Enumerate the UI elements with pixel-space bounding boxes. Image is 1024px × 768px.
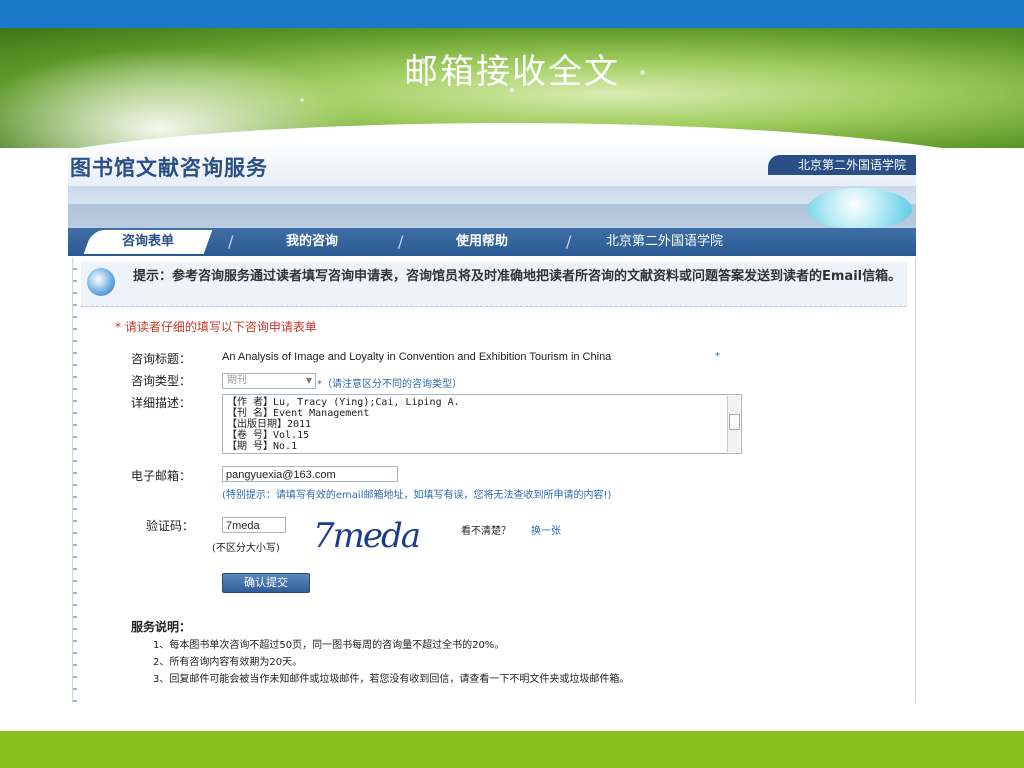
info-disk-icon (87, 268, 115, 296)
top-color-bar (0, 0, 1024, 28)
consult-title-value[interactable]: An Analysis of Image and Loyalty in Conv… (222, 351, 611, 363)
desc-label: 详细描述： (131, 396, 192, 410)
tab-consult-form-label: 咨询表单 (121, 234, 174, 249)
tab-consult-form[interactable]: 咨询表单 (83, 230, 213, 254)
slide-title: 邮箱接收全文 (404, 52, 620, 92)
title-label: 咨询标题： (131, 352, 192, 366)
nav-item-my-consult[interactable]: 我的咨询 (286, 228, 338, 256)
water-drop (300, 98, 304, 102)
email-label: 电子邮箱： (131, 469, 192, 483)
consult-type-value: 期刊 (227, 375, 247, 386)
desc-line: 【刊 名】Event Management (227, 408, 370, 419)
tip-text: 提示：参考咨询服务通过读者填写咨询申请表，咨询馆员将及时准确地把读者所咨询的文献… (133, 269, 902, 284)
panel-left-rule (73, 258, 77, 703)
captcha-image-text: 7meda (313, 516, 421, 556)
service-title: 服务说明： (131, 620, 192, 634)
form-panel: 提示：参考咨询服务通过读者填写咨询申请表，咨询馆员将及时准确地把读者所咨询的文献… (72, 258, 916, 703)
header-band (68, 186, 916, 230)
nav-separator: / (228, 232, 234, 251)
nav-item-help[interactable]: 使用帮助 (456, 228, 508, 256)
submit-button[interactable]: 确认提交 (222, 573, 310, 593)
description-textarea[interactable]: 【作 者】Lu, Tracy (Ying);Cai, Liping A. 【刊 … (222, 394, 742, 454)
captcha-image: 7meda (313, 516, 459, 556)
desc-line: 【出版日期】2011 (227, 419, 312, 430)
nav-separator: / (566, 232, 572, 251)
site-header: 图书馆文献咨询服务 北京第二外国语学院 (68, 148, 916, 186)
email-hint: (特别提示：请填写有效的email邮箱地址，如填写有误，您将无法查收到所申请的内… (222, 490, 612, 501)
captcha-refresh-link[interactable]: 换一张 (531, 522, 561, 537)
captcha-input[interactable]: 7meda (222, 517, 286, 533)
site-title: 图书馆文献咨询服务 (70, 156, 268, 180)
scrollbar-thumb[interactable] (729, 414, 740, 430)
required-note: * 请读者仔细的填写以下咨询申请表单 (115, 320, 317, 334)
nav-item-school[interactable]: 北京第二外国语学院 (606, 228, 723, 256)
type-label: 咨询类型： (131, 374, 192, 388)
service-item: 2、所有咨询内容有效期为20天。 (153, 657, 303, 668)
globe-graphic (807, 188, 912, 230)
required-star: * (715, 351, 720, 362)
desc-line: 【卷 号】Vol.15 (227, 430, 310, 441)
nav-separator: / (398, 232, 404, 251)
web-screenshot: 图书馆文献咨询服务 北京第二外国语学院 咨询表单 / 我的咨询 / 使用帮助 /… (68, 148, 916, 703)
captcha-unclear-text: 看不清楚？ (461, 526, 511, 537)
captcha-label: 验证码： (146, 519, 195, 533)
nav-bar: 咨询表单 / 我的咨询 / 使用帮助 / 北京第二外国语学院 (68, 228, 916, 256)
bottom-color-bar (0, 731, 1024, 768)
captcha-case-note: (不区分大小写) (212, 543, 280, 554)
service-item: 3、回复邮件可能会被当作未知邮件或垃圾邮件，若您没有收到回信，请查看一下不明文件… (153, 674, 630, 685)
desc-line: 【作 者】Lu, Tracy (Ying);Cai, Liping A. (227, 397, 460, 408)
tip-box: 提示：参考咨询服务通过读者填写咨询申请表，咨询馆员将及时准确地把读者所咨询的文献… (81, 262, 907, 307)
school-label: 北京第二外国语学院 (767, 155, 916, 175)
chevron-down-icon: ▼ (305, 376, 312, 385)
type-hint: *（请注意区分不同的咨询类型） (317, 379, 462, 390)
textarea-scrollbar[interactable] (727, 396, 740, 452)
desc-line: 【期 号】No.1 (227, 441, 298, 452)
service-item: 1、每本图书单次咨询不超过50页，同一图书每周的咨询量不超过全书的20%。 (153, 640, 505, 651)
band-arc (68, 204, 916, 228)
consult-type-select[interactable]: 期刊 ▼ (222, 373, 316, 389)
email-field[interactable]: pangyuexia@163.com (222, 466, 398, 482)
